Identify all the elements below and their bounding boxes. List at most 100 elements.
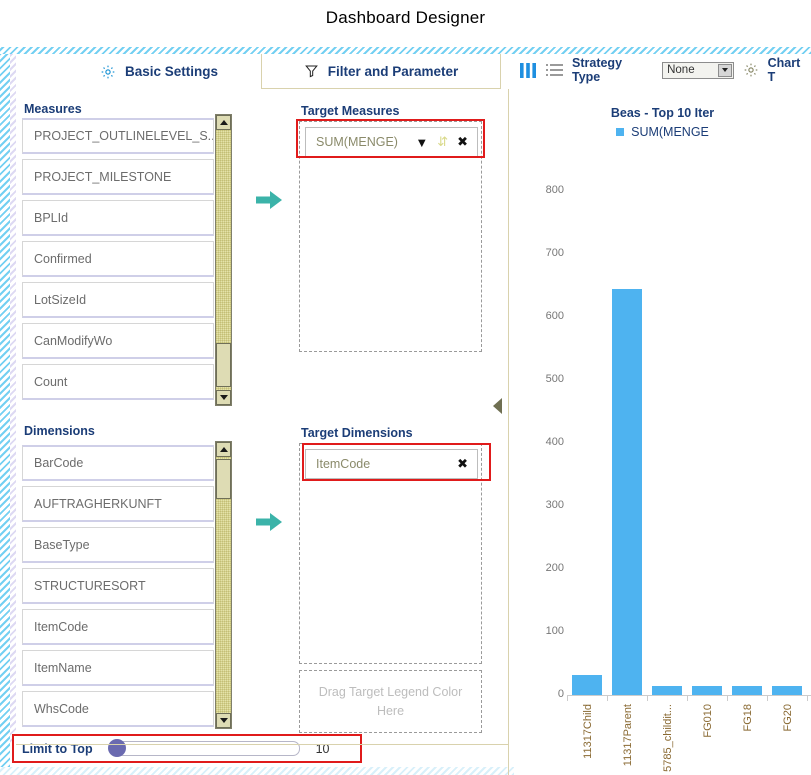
list-item[interactable]: BarCode <box>22 445 214 481</box>
collapse-panel-arrow-icon[interactable] <box>493 398 502 414</box>
dimensions-item-label: AUFTRAGHERKUNFT <box>34 497 162 511</box>
triangle-up-icon <box>220 120 228 125</box>
strategy-type-label: Strategy Type <box>572 56 653 84</box>
target-measure-chip[interactable]: SUM(MENGE) ▼ ⇵ ✖ <box>305 127 478 157</box>
chart-plot-area: 800 700 600 500 400 300 200 100 0 <box>514 92 811 775</box>
x-tick-label: 11317Parent <box>622 704 634 766</box>
drag-arrow-dimensions-icon <box>256 513 282 536</box>
panel-divider-bottom <box>16 744 508 745</box>
triangle-down-icon <box>722 68 728 72</box>
measures-item-label: Confirmed <box>34 252 92 266</box>
target-dimensions-dropzone[interactable]: ItemCode ✖ <box>299 443 482 664</box>
dimensions-list[interactable]: BarCode AUFTRAGHERKUNFT BaseType STRUCTU… <box>22 445 214 730</box>
measures-scrollbar[interactable] <box>215 114 232 406</box>
x-axis-tick <box>567 695 568 701</box>
strategy-type-select[interactable]: None <box>662 62 733 79</box>
triangle-down-icon <box>220 395 228 400</box>
y-tick-label: 800 <box>530 184 564 196</box>
list-item[interactable]: AUFTRAGHERKUNFT <box>22 486 214 522</box>
measures-item-label: CanModifyWo <box>34 334 112 348</box>
list-item[interactable]: STRUCTURESORT <box>22 568 214 604</box>
list-item[interactable]: LotSizeId <box>22 282 214 318</box>
funnel-icon <box>304 63 319 79</box>
x-tick-label: FG20 <box>782 704 794 732</box>
list-item[interactable]: ItemName <box>22 650 214 686</box>
dimensions-scroll-down-button[interactable] <box>216 713 231 728</box>
striped-border-top <box>0 47 811 54</box>
limit-to-top-slider-handle[interactable] <box>108 739 126 757</box>
target-legend-dropzone[interactable]: Drag Target Legend Color Here <box>299 670 482 733</box>
gear-icon[interactable] <box>743 62 759 78</box>
close-icon[interactable]: ✖ <box>457 456 468 472</box>
y-tick-label: 100 <box>530 625 564 637</box>
bar[interactable] <box>692 686 722 695</box>
page-title: Dashboard Designer <box>0 8 811 28</box>
bar[interactable] <box>732 686 762 695</box>
measures-list[interactable]: PROJECT_OUTLINELEVEL_S... PROJECT_MILEST… <box>22 118 214 408</box>
tab-bar: Basic Settings Filter and Parameter <box>16 54 496 89</box>
y-tick-label: 300 <box>530 499 564 511</box>
chevron-down-icon[interactable] <box>718 64 732 77</box>
target-measures-dropzone[interactable]: SUM(MENGE) ▼ ⇵ ✖ <box>299 121 482 352</box>
y-tick-label: 200 <box>530 562 564 574</box>
dimensions-item-label: ItemName <box>34 661 92 675</box>
list-item[interactable]: WhsCode <box>22 691 214 727</box>
list-item[interactable]: ItemCode <box>22 609 214 645</box>
measures-scroll-down-button[interactable] <box>216 390 231 405</box>
target-dimension-chip[interactable]: ItemCode ✖ <box>305 449 478 479</box>
limit-to-top-control[interactable]: Limit to Top 10 <box>12 734 362 763</box>
x-axis-line <box>567 695 811 696</box>
chevron-down-icon[interactable]: ▼ <box>415 135 428 150</box>
list-item[interactable]: Confirmed <box>22 241 214 277</box>
dimensions-item-label: BaseType <box>34 538 90 552</box>
bar[interactable] <box>612 289 642 695</box>
measures-heading: Measures <box>24 102 82 116</box>
x-axis-tick <box>647 695 648 701</box>
measures-item-label: BPLId <box>34 211 68 225</box>
bar[interactable] <box>652 686 682 695</box>
striped-border-left <box>0 54 10 767</box>
x-axis-tick <box>687 695 688 701</box>
measures-item-label: LotSizeId <box>34 293 86 307</box>
x-axis-tick <box>767 695 768 701</box>
target-dimension-label: ItemCode <box>316 457 370 471</box>
close-icon[interactable]: ✖ <box>457 134 468 150</box>
chart-panel: Beas - Top 10 Iter SUM(MENGE 800 700 600… <box>514 92 811 775</box>
y-tick-label: 400 <box>530 436 564 448</box>
bar[interactable] <box>572 675 602 695</box>
tab-filter-and-parameter[interactable]: Filter and Parameter <box>261 54 501 89</box>
list-item[interactable]: BPLId <box>22 200 214 236</box>
y-tick-label: 600 <box>530 310 564 322</box>
list-item[interactable]: PROJECT_OUTLINELEVEL_S... <box>22 118 214 154</box>
target-legend-dropzone-text: Drag Target Legend Color Here <box>318 683 463 721</box>
chart-type-label: Chart T <box>768 56 811 84</box>
measures-item-label: Count <box>34 375 67 389</box>
bar-chart-icon[interactable] <box>520 63 537 78</box>
dimensions-heading: Dimensions <box>24 424 95 438</box>
x-tick-label: FG18 <box>742 704 754 732</box>
list-icon[interactable] <box>546 63 563 77</box>
x-tick-label: FG010 <box>702 704 714 738</box>
dimensions-scroll-up-button[interactable] <box>216 442 231 457</box>
dimensions-scrollbar[interactable] <box>215 441 232 729</box>
measures-item-label: PROJECT_MILESTONE <box>34 170 171 184</box>
tab-basic-settings[interactable]: Basic Settings <box>64 54 254 89</box>
measures-scroll-up-button[interactable] <box>216 115 231 130</box>
dimensions-item-label: BarCode <box>34 456 83 470</box>
sort-updown-icon[interactable]: ⇵ <box>437 134 448 150</box>
striped-border-left-inner <box>10 54 16 744</box>
bar[interactable] <box>772 686 802 695</box>
target-measures-heading: Target Measures <box>301 104 399 118</box>
list-item[interactable]: Count <box>22 364 214 400</box>
x-tick-label: 11317Child <box>582 704 594 759</box>
y-tick-label: 500 <box>530 373 564 385</box>
dimensions-item-label: STRUCTURESORT <box>34 579 146 593</box>
chart-toolbar: Strategy Type None Chart T <box>520 58 811 82</box>
list-item[interactable]: CanModifyWo <box>22 323 214 359</box>
target-dimensions-heading: Target Dimensions <box>301 426 413 440</box>
measures-scroll-thumb[interactable] <box>216 343 231 387</box>
list-item[interactable]: PROJECT_MILESTONE <box>22 159 214 195</box>
triangle-up-icon <box>220 447 228 452</box>
dimensions-scroll-thumb[interactable] <box>216 459 231 499</box>
list-item[interactable]: BaseType <box>22 527 214 563</box>
